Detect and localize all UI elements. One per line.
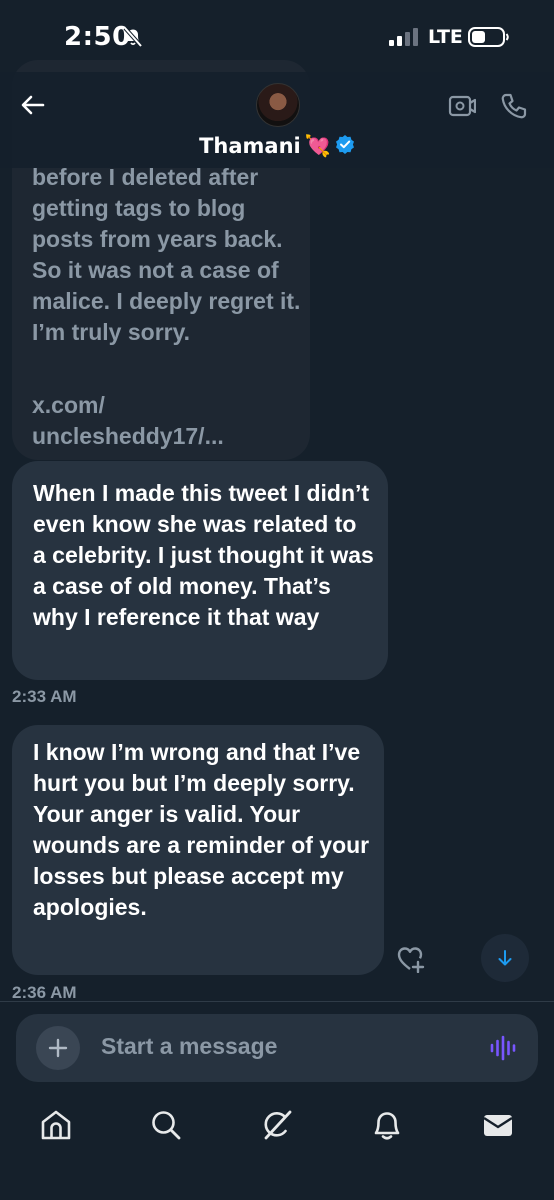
add-reaction-icon[interactable]: [396, 945, 426, 977]
bottom-tab-bar: [0, 1100, 554, 1152]
message-text: I know I’m wrong and that I’ve hurt you …: [33, 739, 370, 920]
cellular-signal-icon: [389, 28, 421, 50]
messages-icon[interactable]: [481, 1108, 515, 1146]
quoted-tweet-link[interactable]: x.com/ unclesheddy17/...: [32, 390, 302, 452]
quoted-tweet-text: before I deleted after getting tags to b…: [32, 164, 301, 345]
silent-mode-icon: [122, 26, 144, 52]
message-bubble[interactable]: When I made this tweet I didn’t even kno…: [12, 461, 388, 680]
contact-name: Thamani: [199, 134, 301, 158]
avatar[interactable]: [256, 83, 300, 127]
status-time: 2:50: [64, 22, 131, 52]
message-timestamp: 2:36 AM: [12, 983, 77, 1000]
composer-divider: [0, 1001, 554, 1002]
verified-badge-icon: [335, 134, 355, 159]
message-input[interactable]: Start a message: [101, 1033, 277, 1060]
network-type: LTE: [428, 26, 463, 48]
add-attachment-button[interactable]: [36, 1026, 80, 1070]
message-bubble[interactable]: I know I’m wrong and that I’ve hurt you …: [12, 725, 384, 975]
message-timestamp: 2:33 AM: [12, 687, 77, 706]
scroll-down-button[interactable]: [481, 934, 529, 982]
notifications-icon[interactable]: [370, 1108, 404, 1146]
plus-icon: [48, 1038, 68, 1058]
grok-icon[interactable]: [260, 1108, 294, 1146]
video-call-icon[interactable]: [448, 94, 477, 122]
search-icon[interactable]: [149, 1108, 183, 1146]
scroll-down-icon: [498, 950, 512, 966]
home-icon[interactable]: [39, 1108, 73, 1146]
battery-icon: [468, 27, 510, 51]
back-arrow-icon[interactable]: [18, 90, 48, 124]
message-text: When I made this tweet I didn’t even kno…: [33, 480, 374, 630]
contact-name-row[interactable]: Thamani 💘: [0, 133, 554, 159]
voice-message-icon[interactable]: [489, 1035, 517, 1065]
status-bar: 2:50 LTE: [0, 0, 554, 72]
name-emoji: 💘: [304, 133, 331, 158]
conversation-header: Thamani 💘: [0, 72, 554, 168]
phone-call-icon[interactable]: [500, 92, 528, 124]
home-indicator-area: [0, 1152, 554, 1200]
message-composer[interactable]: Start a message: [16, 1014, 538, 1082]
